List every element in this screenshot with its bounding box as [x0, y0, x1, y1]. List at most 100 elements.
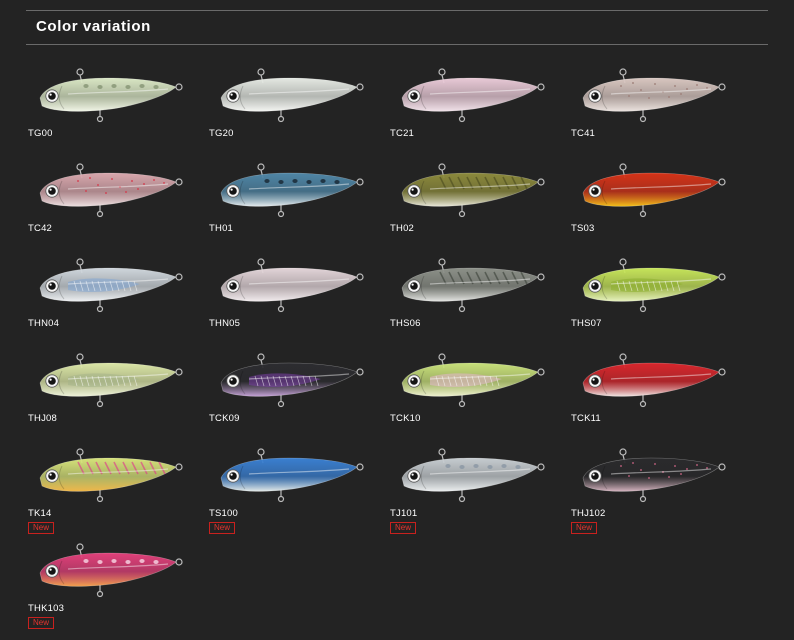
- tail-eyelet: [356, 368, 364, 376]
- lure-image: [39, 258, 183, 313]
- lure-image: [401, 353, 545, 408]
- color-item[interactable]: TG20New: [209, 64, 379, 156]
- lure-image: [582, 448, 726, 503]
- lure-image: [220, 258, 364, 313]
- color-code-label: THK103: [28, 603, 65, 614]
- tail-eyelet: [356, 273, 364, 281]
- line-eyelet: [619, 258, 627, 266]
- color-item[interactable]: THS07New: [571, 254, 741, 346]
- tail-eyelet: [175, 273, 183, 281]
- lure-body: [582, 457, 720, 492]
- lure-body: [39, 172, 177, 207]
- new-badge: New: [28, 522, 55, 534]
- new-badge: New: [209, 522, 236, 534]
- belly-eyelet: [96, 115, 104, 123]
- belly-eyelet: [639, 115, 647, 123]
- lure-body: [401, 77, 539, 112]
- line-eyelet: [76, 353, 84, 361]
- lure-image: [39, 353, 183, 408]
- lure-body: [401, 457, 539, 492]
- color-item[interactable]: TH02New: [390, 159, 560, 251]
- belly-eyelet: [639, 400, 647, 408]
- belly-eyelet: [458, 305, 466, 313]
- color-item[interactable]: THK103 New: [28, 539, 198, 631]
- tail-eyelet: [537, 368, 545, 376]
- color-code-label: THS07: [571, 318, 602, 329]
- color-code-label: TK14: [28, 508, 52, 519]
- tail-eyelet: [356, 83, 364, 91]
- lure-image: [401, 258, 545, 313]
- color-code-label: TCK11: [571, 413, 601, 424]
- belly-eyelet: [277, 400, 285, 408]
- lure-body: [582, 77, 720, 112]
- lure-image: [582, 353, 726, 408]
- tail-eyelet: [356, 463, 364, 471]
- lure-image: [582, 68, 726, 123]
- lure-image: [39, 68, 183, 123]
- tail-eyelet: [175, 368, 183, 376]
- color-code-label: THN05: [209, 318, 241, 329]
- tail-eyelet: [175, 83, 183, 91]
- color-code-label: THN04: [28, 318, 60, 329]
- color-item[interactable]: TH01New: [209, 159, 379, 251]
- color-item[interactable]: THN04New: [28, 254, 198, 346]
- line-eyelet: [257, 163, 265, 171]
- tail-eyelet: [537, 83, 545, 91]
- lure-image: [39, 543, 183, 598]
- tail-eyelet: [175, 463, 183, 471]
- color-item[interactable]: TCK11New: [571, 349, 741, 441]
- color-item[interactable]: TS100 New: [209, 444, 379, 536]
- color-item[interactable]: TS03New: [571, 159, 741, 251]
- tail-eyelet: [175, 178, 183, 186]
- line-eyelet: [257, 258, 265, 266]
- color-item[interactable]: TJ101 New: [390, 444, 560, 536]
- lure-image: [401, 448, 545, 503]
- line-eyelet: [619, 163, 627, 171]
- belly-eyelet: [277, 210, 285, 218]
- belly-eyelet: [96, 495, 104, 503]
- tail-eyelet: [718, 178, 726, 186]
- color-item[interactable]: TC42New: [28, 159, 198, 251]
- color-item[interactable]: TC21New: [390, 64, 560, 156]
- lure-body: [220, 457, 358, 492]
- line-eyelet: [257, 448, 265, 456]
- lure-image: [39, 448, 183, 503]
- lure-body: [220, 77, 358, 112]
- line-eyelet: [438, 448, 446, 456]
- color-code-label: TC42: [28, 223, 53, 234]
- lure-body: [401, 172, 539, 207]
- belly-eyelet: [277, 115, 285, 123]
- lure-image: [39, 163, 183, 218]
- color-item[interactable]: TC41New: [571, 64, 741, 156]
- color-code-label: TG20: [209, 128, 234, 139]
- color-item[interactable]: TG00New: [28, 64, 198, 156]
- lure-image: [220, 163, 364, 218]
- belly-eyelet: [277, 495, 285, 503]
- color-item[interactable]: TCK10New: [390, 349, 560, 441]
- lure-image: [401, 163, 545, 218]
- line-eyelet: [76, 163, 84, 171]
- color-code-label: TH01: [209, 223, 234, 234]
- lure-image: [582, 258, 726, 313]
- color-item[interactable]: THJ08New: [28, 349, 198, 441]
- lure-body: [582, 362, 720, 397]
- tail-eyelet: [175, 558, 183, 566]
- tail-eyelet: [718, 273, 726, 281]
- color-item[interactable]: THJ102 New: [571, 444, 741, 536]
- lure-body: [582, 172, 720, 207]
- lure-image: [220, 448, 364, 503]
- belly-eyelet: [458, 495, 466, 503]
- color-code-label: TJ101: [390, 508, 418, 519]
- tail-eyelet: [718, 463, 726, 471]
- line-eyelet: [438, 68, 446, 76]
- color-code-label: TC21: [390, 128, 415, 139]
- lure-body: [39, 552, 177, 587]
- color-item[interactable]: THS06New: [390, 254, 560, 346]
- color-item[interactable]: TCK09New: [209, 349, 379, 441]
- belly-eyelet: [639, 305, 647, 313]
- lure-body: [39, 77, 177, 112]
- line-eyelet: [619, 448, 627, 456]
- color-item[interactable]: TK14 New: [28, 444, 198, 536]
- color-item[interactable]: THN05New: [209, 254, 379, 346]
- lure-body: [39, 457, 177, 492]
